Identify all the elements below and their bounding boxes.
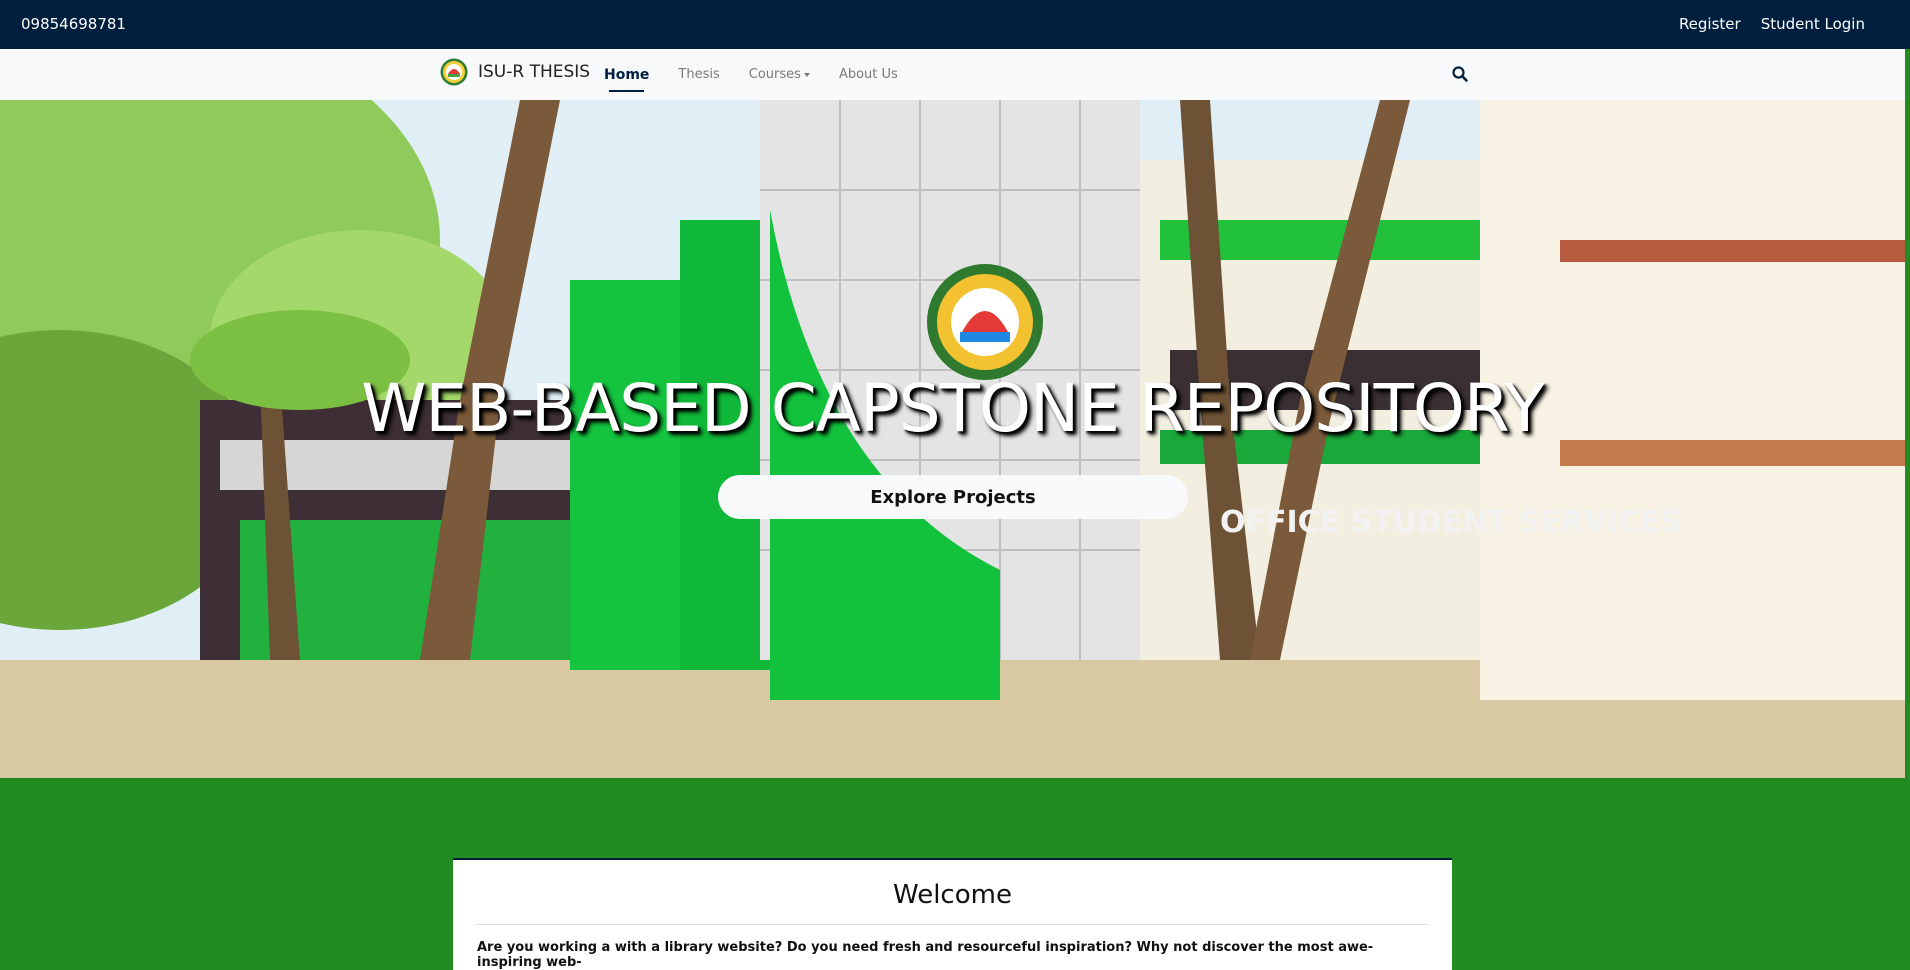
hero-banner: OFFICE STUDENT SERVICES WEB-BASED CAPSTO… [0, 100, 1905, 778]
welcome-title: Welcome [893, 880, 1012, 910]
welcome-card: Welcome Are you working a with a library… [453, 858, 1452, 970]
student-login-link[interactable]: Student Login [1761, 15, 1865, 33]
explore-projects-button[interactable]: Explore Projects [718, 475, 1188, 519]
nav-thesis[interactable]: Thesis [678, 67, 719, 82]
search-icon[interactable] [1451, 65, 1469, 83]
brand-link[interactable]: ISU-R THESIS [440, 58, 590, 86]
brand-name: ISU-R THESIS [478, 62, 591, 82]
top-bar: 09854698781 Register Student Login [0, 0, 1910, 49]
nav-menu: Home Thesis Courses About Us [604, 49, 927, 100]
contact-phone: 09854698781 [21, 15, 126, 33]
hero-title: WEB-BASED CAPSTONE REPOSITORY [361, 370, 1545, 447]
caret-down-icon [803, 72, 810, 77]
nav-about-us[interactable]: About Us [839, 67, 898, 82]
nav-courses-label: Courses [748, 67, 801, 82]
nav-courses-dropdown[interactable]: Courses [749, 67, 810, 82]
office-sign-text: OFFICE STUDENT SERVICES [1220, 505, 1682, 540]
account-links: Register Student Login [1679, 15, 1865, 33]
register-link[interactable]: Register [1679, 15, 1741, 33]
main-navbar: ISU-R THESIS Home Thesis Courses About U… [0, 49, 1905, 101]
nav-home[interactable]: Home [604, 67, 649, 92]
university-logo-icon [440, 58, 468, 86]
welcome-text: Are you working a with a library website… [477, 940, 1374, 970]
divider [477, 924, 1428, 925]
